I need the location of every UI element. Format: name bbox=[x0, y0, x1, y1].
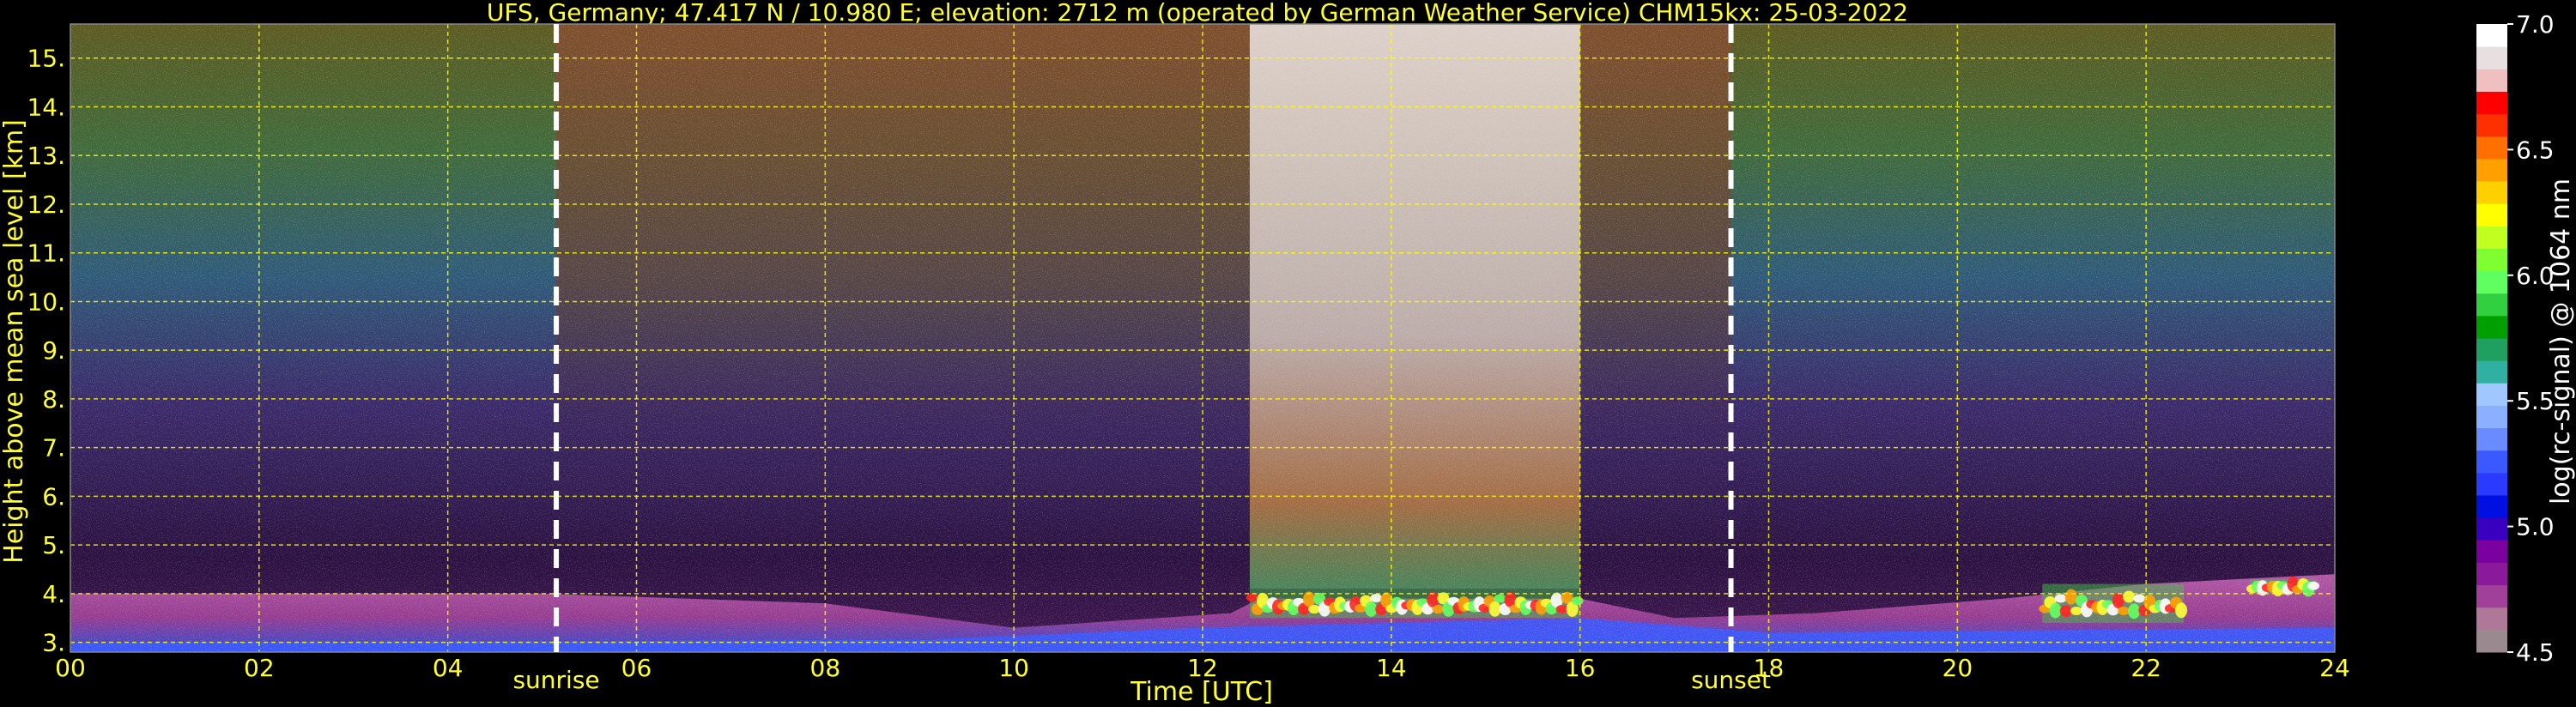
colorbar-segment bbox=[2476, 91, 2507, 115]
colorbar-segment bbox=[2476, 540, 2507, 563]
colorbar-segment bbox=[2476, 629, 2507, 653]
x-tick-label: 04 bbox=[433, 654, 464, 682]
colorbar-segment bbox=[2476, 226, 2507, 249]
y-tick-label: 3. bbox=[42, 629, 65, 657]
y-tick-label: 9. bbox=[42, 336, 65, 365]
sunrise-label: sunrise bbox=[512, 666, 599, 694]
y-tick-label: 8. bbox=[42, 385, 65, 414]
x-tick-label: 00 bbox=[55, 654, 86, 682]
colorbar-segment bbox=[2476, 495, 2507, 518]
x-tick-label: 16 bbox=[1565, 654, 1596, 682]
colorbar-segment bbox=[2476, 293, 2507, 317]
colorbar-segment bbox=[2476, 562, 2507, 586]
y-tick-label: 4. bbox=[42, 580, 65, 608]
y-tick-label: 10. bbox=[27, 287, 65, 316]
colorbar-segment bbox=[2476, 248, 2507, 272]
colorbar-tick-label: 5.0 bbox=[2516, 513, 2555, 541]
x-tick-label: 06 bbox=[621, 654, 652, 682]
y-axis-label: Height above mean sea level [km] bbox=[0, 119, 29, 564]
colorbar-segment bbox=[2476, 203, 2507, 227]
y-tick-label: 13. bbox=[27, 142, 65, 170]
colorbar-segment bbox=[2476, 383, 2507, 406]
x-tick-label: 18 bbox=[1754, 654, 1785, 682]
y-tick-label: 15. bbox=[27, 45, 65, 73]
x-tick-label: 22 bbox=[2131, 654, 2161, 682]
colorbar-segment bbox=[2476, 69, 2507, 92]
colorbar: 4.55.05.56.06.57.0 bbox=[2476, 10, 2555, 667]
x-tick-label: 24 bbox=[2319, 654, 2350, 682]
colorbar-segment bbox=[2476, 315, 2507, 339]
colorbar-segment bbox=[2476, 136, 2507, 160]
colorbar-tick-label: 6.5 bbox=[2516, 136, 2555, 164]
x-tick-label: 10 bbox=[998, 654, 1029, 682]
colorbar-segment bbox=[2476, 338, 2507, 361]
colorbar-segment bbox=[2476, 24, 2507, 47]
ceilometer-chart: UFS, Germany; 47.417 N / 10.980 E; eleva… bbox=[0, 0, 2576, 707]
colorbar-segment bbox=[2476, 158, 2507, 182]
colorbar-segment bbox=[2476, 517, 2507, 541]
colorbar-segment bbox=[2476, 607, 2507, 631]
chart-title: UFS, Germany; 47.417 N / 10.980 E; eleva… bbox=[487, 0, 1908, 27]
y-tick-label: 5. bbox=[42, 531, 65, 559]
y-tick-label: 7. bbox=[42, 434, 65, 462]
y-tick-label: 14. bbox=[27, 93, 65, 121]
colorbar-segment bbox=[2476, 450, 2507, 474]
colorbar-segment bbox=[2476, 427, 2507, 451]
colorbar-tick-label: 7.0 bbox=[2516, 10, 2555, 39]
colorbar-segment bbox=[2476, 113, 2507, 137]
y-tick-label: 12. bbox=[27, 190, 65, 219]
colorbar-segment bbox=[2476, 584, 2507, 608]
colorbar-tick-label: 4.5 bbox=[2516, 638, 2555, 667]
colorbar-segment bbox=[2476, 181, 2507, 204]
y-tick-label: 6. bbox=[42, 482, 65, 511]
colorbar-segment bbox=[2476, 270, 2507, 294]
colorbar-segment bbox=[2476, 472, 2507, 496]
y-tick-label: 11. bbox=[27, 239, 65, 268]
x-tick-label: 08 bbox=[810, 654, 841, 682]
x-tick-label: 14 bbox=[1376, 654, 1407, 682]
x-tick-label: 02 bbox=[244, 654, 275, 682]
x-tick-label: 20 bbox=[1943, 654, 1973, 682]
colorbar-segment bbox=[2476, 405, 2507, 429]
x-axis-label: Time [UTC] bbox=[1130, 677, 1273, 707]
colorbar-segment bbox=[2476, 46, 2507, 69]
colorbar-segment bbox=[2476, 360, 2507, 384]
colorbar-label: log(rc-signal) @ 1064 nm bbox=[2546, 178, 2576, 505]
y-axis-ticks: 3. 4. 5. 6. 7. 8. 9. 10. 11. 12. 13. 14. 15. bbox=[27, 45, 65, 657]
